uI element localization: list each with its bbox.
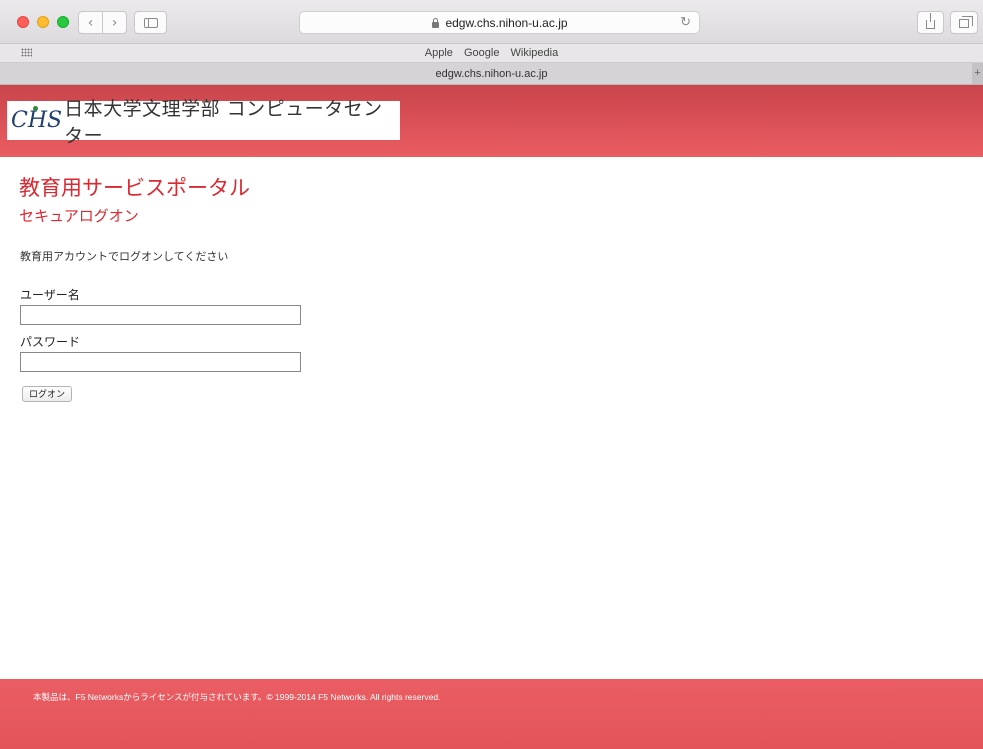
share-icon [926, 13, 935, 29]
favorite-google[interactable]: Google [464, 47, 499, 59]
logo-dot-icon [33, 106, 38, 111]
address-url: edgw.chs.nihon-u.ac.jp [445, 15, 568, 30]
show-tabs-button[interactable] [950, 11, 978, 34]
close-window-button[interactable] [17, 16, 29, 28]
tabs-icon [959, 16, 973, 28]
favorite-apple[interactable]: Apple [425, 47, 453, 59]
sidebar-icon [143, 17, 158, 28]
password-input[interactable] [20, 352, 301, 372]
tab-title[interactable]: edgw.chs.nihon-u.ac.jp [436, 68, 548, 80]
logon-button[interactable]: ログオン [22, 386, 73, 402]
username-label: ユーザー名 [20, 288, 80, 302]
chevron-right-icon: › [111, 14, 118, 31]
favorite-wikipedia[interactable]: Wikipedia [511, 47, 559, 59]
address-bar[interactable]: edgw.chs.nihon-u.ac.jp ↻ [299, 11, 700, 34]
logo-text: 日本大学文理学部 コンピュータセンター [64, 97, 383, 147]
tab-bar: edgw.chs.nihon-u.ac.jp + [0, 63, 983, 85]
back-button[interactable]: ‹ [78, 11, 103, 34]
page-title: 教育用サービスポータル [19, 176, 250, 200]
logon-instruction: 教育用アカウントでログオンしてください [20, 250, 229, 263]
favorites-bar: Apple Google Wikipedia [0, 44, 983, 63]
site-logo: CHS 日本大学文理学部 コンピュータセンター [7, 98, 400, 147]
chevron-left-icon: ‹ [87, 14, 94, 31]
chs-logo-mark: CHS [11, 106, 63, 133]
copyright-text: 本製品は、F5 Networksからライセンスが付与されています。© 1999-… [33, 692, 441, 702]
new-tab-button[interactable]: + [972, 63, 983, 84]
username-input[interactable] [20, 305, 301, 325]
zoom-window-button[interactable] [57, 16, 69, 28]
lock-icon [431, 18, 440, 28]
site-header: CHS 日本大学文理学部 コンピュータセンター [0, 85, 983, 157]
forward-button[interactable]: › [102, 11, 127, 34]
page-subtitle: セキュアログオン [19, 207, 139, 225]
minimize-window-button[interactable] [37, 16, 49, 28]
sidebar-toggle-button[interactable] [134, 11, 167, 34]
reload-icon[interactable]: ↻ [680, 14, 691, 30]
browser-toolbar: ‹ › edgw.chs.nihon-u.ac.jp ↻ [0, 0, 983, 44]
password-label: パスワード [20, 335, 81, 349]
site-footer: 本製品は、F5 Networksからライセンスが付与されています。© 1999-… [0, 679, 983, 749]
share-button[interactable] [917, 11, 944, 34]
